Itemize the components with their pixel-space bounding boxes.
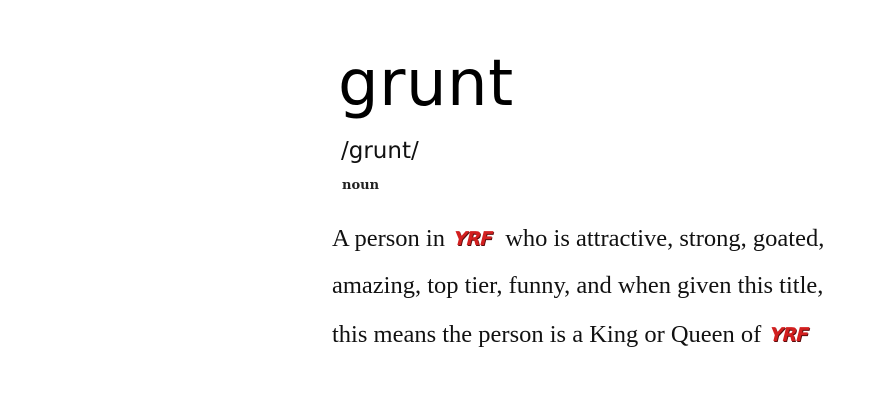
part-of-speech: noun [342, 178, 380, 193]
yrf-logo-icon: YRF YRF [453, 226, 497, 250]
definition-text: A person in [332, 225, 445, 252]
definition-line-3: this means the person is a King or Queen… [332, 322, 815, 348]
pronunciation: /grunt/ [341, 138, 419, 164]
headword: grunt [338, 47, 514, 121]
yrf-logo-icon: YRF YRF [769, 322, 813, 346]
svg-text:YRF: YRF [453, 227, 495, 250]
definition-text: who is attractive, strong, goated, [505, 225, 825, 252]
definition-text: this means the person is a King or Queen… [332, 321, 762, 348]
definition-line-2: amazing, top tier, funny, and when given… [332, 272, 824, 299]
definition-text: amazing, top tier, funny, and when given… [332, 272, 824, 299]
definition-line-1: A person in YRF YRF who is attractive, s… [332, 226, 824, 252]
svg-text:YRF: YRF [769, 323, 811, 346]
dictionary-entry: grunt /grunt/ noun A person in YRF YRF w… [0, 0, 896, 414]
